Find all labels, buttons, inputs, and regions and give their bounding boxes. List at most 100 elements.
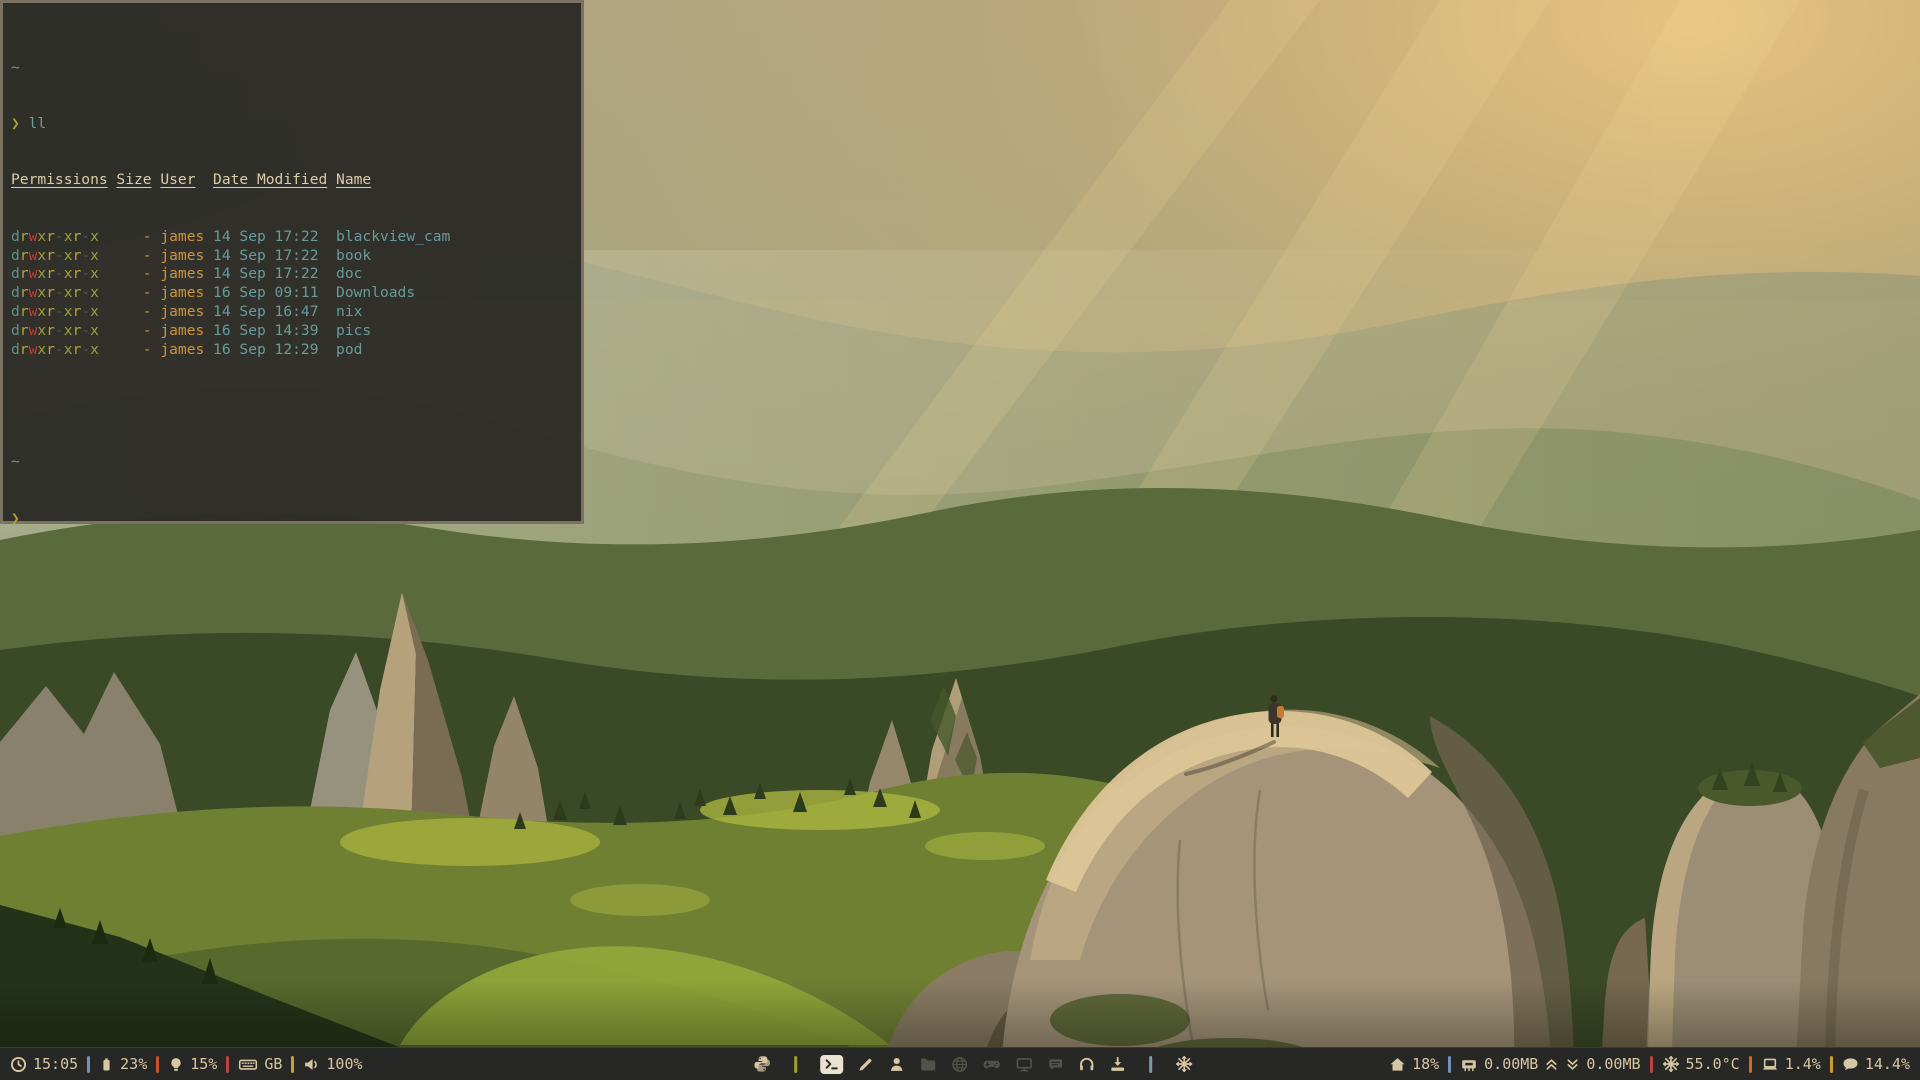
snowflake-icon: [1662, 1055, 1680, 1073]
file-user: james: [160, 247, 204, 266]
snowflake-icon: [1175, 1055, 1193, 1073]
speech-bubble-icon: [1842, 1056, 1859, 1073]
file-row: drwxr-xr-x-james16 Sep 14:39pics: [11, 322, 571, 341]
file-date: 16 Sep 12:29: [213, 341, 327, 360]
battery-icon: [99, 1056, 114, 1073]
chat-icon: [1047, 1056, 1064, 1073]
keyboard-icon: [238, 1056, 258, 1073]
terminal-icon: [824, 1058, 839, 1071]
workspace-switcher: [753, 1048, 1193, 1080]
laptop-value: 1.4%: [1785, 1055, 1821, 1073]
snowflake-value: 55.0°C: [1686, 1055, 1740, 1073]
workspace-download[interactable]: [1109, 1056, 1126, 1073]
separator: [87, 1056, 90, 1073]
laptop-icon: [1761, 1056, 1779, 1073]
file-date: 14 Sep 17:22: [213, 265, 327, 284]
file-user: james: [160, 322, 204, 341]
separator: [1149, 1056, 1152, 1073]
file-row: drwxr-xr-x-james16 Sep 12:29pod: [11, 341, 571, 360]
workspace-user[interactable]: [888, 1056, 905, 1073]
workspace-gamepad[interactable]: [982, 1056, 1001, 1073]
home-module[interactable]: 18%: [1389, 1055, 1439, 1073]
file-name: blackview_cam: [336, 228, 571, 247]
network-module[interactable]: 0.00MB 0.00MB: [1460, 1055, 1640, 1073]
speaker-module[interactable]: 100%: [303, 1055, 362, 1073]
header-size: Size: [116, 171, 151, 190]
user-icon: [888, 1056, 905, 1073]
pencil-icon: [857, 1056, 874, 1073]
workspace-globe[interactable]: [951, 1056, 968, 1073]
prompt-symbol: ❯: [11, 510, 20, 527]
keyboard-module[interactable]: GB: [238, 1055, 282, 1073]
snowflake-module[interactable]: 55.0°C: [1662, 1055, 1740, 1073]
header-date-modified: Date Modified: [213, 171, 327, 190]
file-name: pics: [336, 322, 571, 341]
file-permissions: drwxr-xr-x: [11, 228, 108, 247]
file-permissions: drwxr-xr-x: [11, 265, 108, 284]
chevrons-up-icon: [1544, 1056, 1559, 1073]
chevrons-down-icon: [1565, 1056, 1580, 1073]
separator: [1749, 1056, 1752, 1073]
workspace-python[interactable]: [753, 1055, 771, 1073]
network-icon: [1460, 1056, 1478, 1073]
file-row: drwxr-xr-x-james14 Sep 17:22blackview_ca…: [11, 228, 571, 247]
clock-icon: [10, 1056, 27, 1073]
file-listing: drwxr-xr-x-james14 Sep 17:22blackview_ca…: [11, 228, 571, 360]
file-user: james: [160, 341, 204, 360]
status-left-modules: 15:05 23% 15% GB 100%: [10, 1055, 363, 1073]
workspace-monitor[interactable]: [1015, 1056, 1033, 1073]
file-size: -: [116, 303, 151, 322]
prompt-command-line-2: ❯: [11, 510, 571, 529]
file-date: 14 Sep 16:47: [213, 303, 327, 322]
prompt-path-line-2: ~: [11, 453, 571, 472]
globe-icon: [951, 1056, 968, 1073]
clock-value: 15:05: [33, 1055, 78, 1073]
bulb-value: 15%: [190, 1055, 217, 1073]
clock-module[interactable]: 15:05: [10, 1055, 78, 1073]
header-permissions: Permissions: [11, 171, 108, 190]
workspace-pencil[interactable]: [857, 1056, 874, 1073]
home-value: 18%: [1412, 1055, 1439, 1073]
prompt-command-line: ❯ ll: [11, 115, 571, 134]
workspace-chat[interactable]: [1047, 1056, 1064, 1073]
separator: [1650, 1056, 1653, 1073]
header-name: Name: [336, 171, 571, 190]
bulb-module[interactable]: 15%: [168, 1055, 217, 1073]
file-user: james: [160, 265, 204, 284]
speech-bubble-value: 14.4%: [1865, 1055, 1910, 1073]
workspace-headphones[interactable]: [1078, 1056, 1095, 1073]
workspace-folder[interactable]: [919, 1056, 937, 1073]
file-row: drwxr-xr-x-james14 Sep 16:47nix: [11, 303, 571, 322]
file-user: james: [160, 303, 204, 322]
terminal-window[interactable]: ~ ❯ ll Permissions Size User Date Modifie…: [0, 0, 584, 524]
workspace-terminal[interactable]: [820, 1055, 843, 1074]
network-value: 0.00MB: [1484, 1055, 1538, 1073]
desktop: ~ ❯ ll Permissions Size User Date Modifie…: [0, 0, 1920, 1080]
prompt-path-line: ~: [11, 59, 571, 78]
keyboard-value: GB: [264, 1055, 282, 1073]
file-date: 16 Sep 09:11: [213, 284, 327, 303]
prompt-symbol: ❯: [11, 115, 20, 132]
battery-module[interactable]: 23%: [99, 1055, 147, 1073]
monitor-icon: [1015, 1056, 1033, 1073]
speech-bubble-module[interactable]: 14.4%: [1842, 1055, 1910, 1073]
separator: [226, 1056, 229, 1073]
download-icon: [1109, 1056, 1126, 1073]
speaker-value: 100%: [326, 1055, 362, 1073]
battery-value: 23%: [120, 1055, 147, 1073]
python-icon: [753, 1055, 771, 1073]
file-date: 16 Sep 14:39: [213, 322, 327, 341]
separator: [1448, 1056, 1451, 1073]
workspace-snowflake[interactable]: [1175, 1055, 1193, 1073]
speaker-icon: [303, 1056, 320, 1073]
folder-icon: [919, 1056, 937, 1073]
file-size: -: [116, 247, 151, 266]
command-text: ll: [29, 115, 47, 132]
listing-header: Permissions Size User Date Modified Name: [11, 171, 571, 190]
laptop-module[interactable]: 1.4%: [1761, 1055, 1821, 1073]
bulb-icon: [168, 1056, 184, 1073]
download-rate-value: 0.00MB: [1586, 1055, 1640, 1073]
file-size: -: [116, 228, 151, 247]
header-user: User: [160, 171, 204, 190]
file-size: -: [116, 284, 151, 303]
